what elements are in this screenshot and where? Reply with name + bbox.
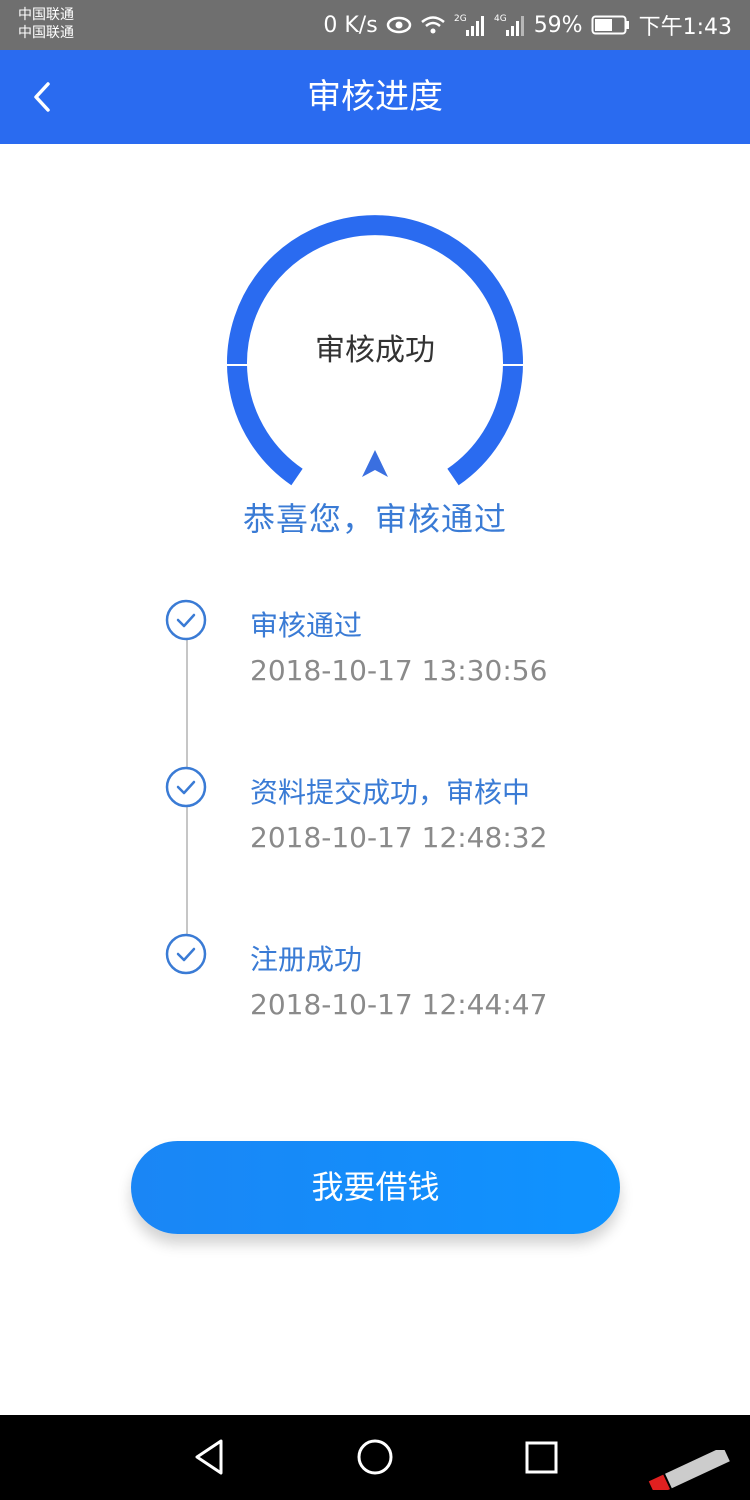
nav-recents-button[interactable] (516, 1435, 566, 1480)
svg-text:4G: 4G (494, 14, 507, 24)
borrow-button[interactable]: 我要借钱 (131, 1141, 620, 1234)
wifi-icon (420, 16, 445, 34)
step-title: 资料提交成功，审核中 (250, 776, 531, 809)
page-title: 审核进度 (307, 77, 443, 117)
step-title: 注册成功 (250, 943, 363, 976)
carrier-1: 中国联通 (18, 7, 74, 23)
timeline-step-approved: 审核通过 2018-10-17 13:30:56 (0, 598, 750, 718)
step-title: 审核通过 (250, 609, 363, 642)
gauge-status: 审核成功 (315, 333, 435, 368)
net-speed: 0 K/s (323, 12, 378, 38)
signal-2g-icon: 2G (454, 14, 484, 36)
step-time: 2018-10-17 12:48:32 (250, 821, 548, 854)
nav-home-button[interactable] (350, 1435, 400, 1480)
timeline-step-submitted: 资料提交成功，审核中 2018-10-17 12:48:32 (0, 765, 750, 885)
nav-back-button[interactable] (185, 1435, 235, 1480)
status-icons: 0 K/s 2G 4G 59% 下午1:43 (323, 10, 732, 41)
svg-text:2G: 2G (454, 14, 467, 24)
congrats-message: 恭喜您，审核通过 (242, 500, 507, 538)
battery-icon (591, 15, 629, 35)
timeline-step-registered: 注册成功 2018-10-17 12:44:47 (0, 932, 750, 1052)
signal-4g-icon: 4G (494, 14, 524, 36)
status-bar: 中国联通 中国联通 0 K/s 2G 4G 59% 下午1:43 (0, 0, 750, 50)
carrier-info: 中国联通 中国联通 (18, 6, 74, 42)
check-circle-icon (165, 933, 207, 975)
recents-square-icon (525, 1441, 558, 1474)
battery-percent: 59% (533, 12, 583, 38)
app-header: 审核进度 (0, 50, 750, 144)
step-time: 2018-10-17 13:30:56 (250, 654, 548, 687)
carrier-2: 中国联通 (18, 25, 74, 41)
eye-icon (386, 16, 411, 34)
chevron-left-icon (34, 82, 50, 112)
step-time: 2018-10-17 12:44:47 (250, 988, 548, 1021)
check-circle-icon (165, 599, 207, 641)
check-circle-icon (165, 766, 207, 808)
back-button[interactable] (22, 74, 68, 120)
clock: 下午1:43 (638, 15, 732, 40)
gauge-pointer-icon (362, 450, 388, 477)
navigation-bar (0, 1415, 750, 1500)
back-triangle-icon (195, 1439, 223, 1475)
home-circle-icon (357, 1439, 393, 1475)
watermark-logo-icon (648, 1450, 730, 1490)
